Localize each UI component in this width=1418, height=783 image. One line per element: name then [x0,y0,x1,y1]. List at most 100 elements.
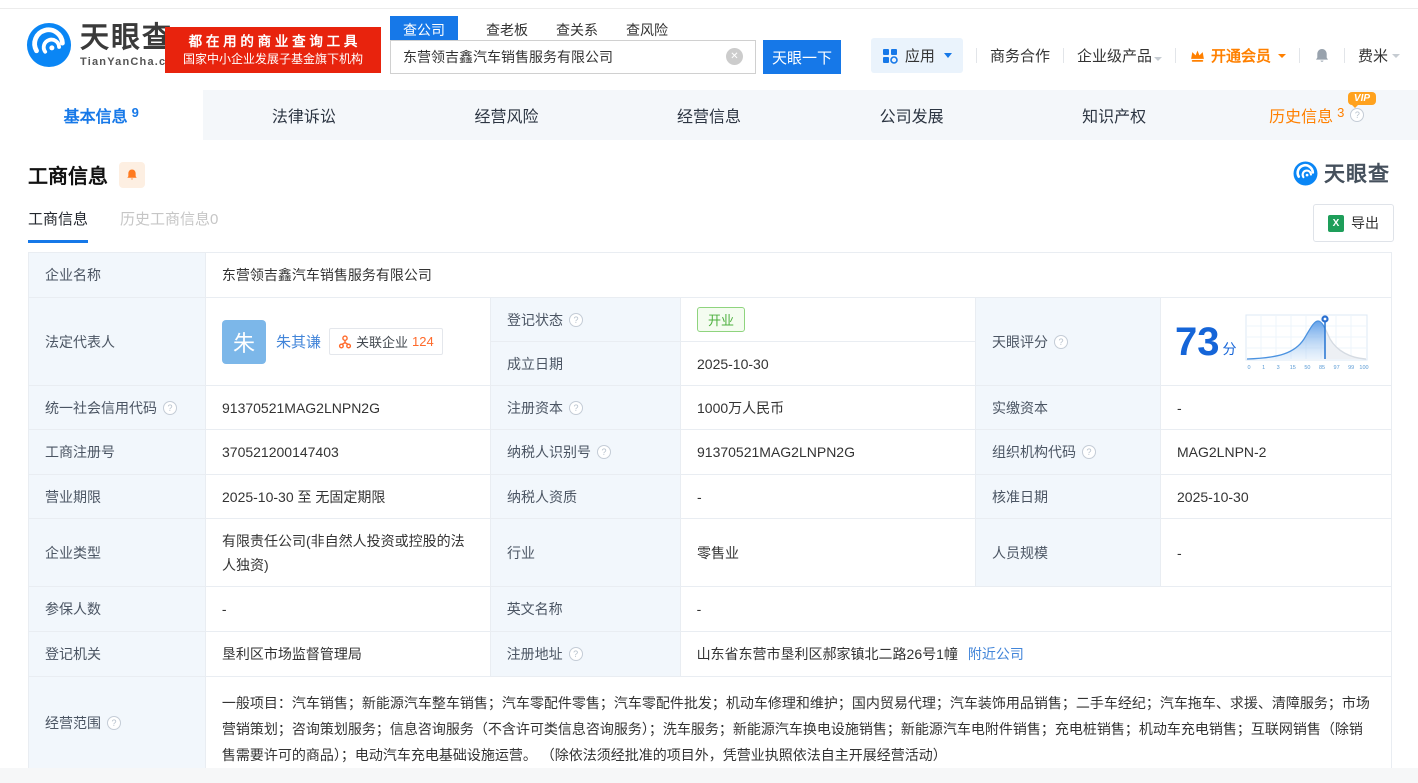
chevron-down-icon [1278,54,1286,58]
help-icon[interactable] [597,445,611,459]
divider [1175,48,1176,63]
business-scope-label: 经营范围 [29,677,206,769]
status-badge: 开业 [697,307,745,332]
cooperation-link[interactable]: 商务合作 [990,45,1050,66]
company-section-tabs: 基本信息9 法律诉讼 经营风险 经营信息 公司发展 知识产权 VIP 历史信息 … [0,90,1418,140]
divider [1344,48,1345,63]
reg-authority-label: 登记机关 [29,632,206,677]
tab-history-info[interactable]: VIP 历史信息 3 [1215,90,1418,140]
slogan-line2: 国家中小企业发展子基金旗下机构 [167,51,379,68]
search-tab-risk[interactable]: 查风险 [626,20,668,40]
tianyancha-logo[interactable]: 天眼查 TianYanCha.com [26,22,185,68]
help-icon[interactable] [163,401,177,415]
nearby-companies-link[interactable]: 附近公司 [968,644,1024,664]
english-name-value: - [681,587,1392,632]
help-icon[interactable] [569,401,583,415]
apps-label: 应用 [905,45,935,66]
org-network-icon [338,335,352,349]
divider [1299,48,1300,63]
apps-grid-icon [882,48,898,64]
chevron-down-icon [944,53,952,58]
help-icon[interactable] [1082,445,1096,459]
score-number: 73 [1175,322,1220,362]
insured-count-value: - [206,587,491,632]
svg-text:50: 50 [1304,365,1310,371]
tab-basic-info[interactable]: 基本信息9 [0,90,203,140]
help-icon[interactable] [569,647,583,661]
row-company-name: 企业名称 东营领吉鑫汽车销售服务有限公司 [29,253,1392,298]
row-insured-count: 参保人数 - 英文名称 - [29,587,1392,632]
watermark-logo: 天眼查 [1293,158,1390,188]
search-tab-boss[interactable]: 查老板 [486,20,528,40]
svg-text:15: 15 [1289,365,1295,371]
notifications-bell-icon[interactable] [1313,47,1331,65]
paid-capital-value: - [1161,386,1392,430]
related-companies-badge[interactable]: 关联企业 124 [329,328,443,355]
page-bottom-strip [0,768,1418,783]
subtab-business-info[interactable]: 工商信息 [28,208,88,243]
legal-rep-value: 朱 朱其谦 关联企业 124 [206,298,491,386]
tab-operation-risk[interactable]: 经营风险 [405,90,608,140]
row-business-scope: 经营范围 一般项目：汽车销售；新能源汽车整车销售；汽车零配件零售；汽车零配件批发… [29,677,1392,769]
watermark-text: 天眼查 [1324,158,1390,188]
search-button[interactable]: 天眼一下 [763,40,841,74]
export-button[interactable]: 导出 [1313,204,1394,242]
reg-status-value: 开业 [681,298,976,342]
legal-rep-avatar[interactable]: 朱 [222,320,266,364]
tab-intellectual-property[interactable]: 知识产权 [1013,90,1216,140]
subtab-history-business-info[interactable]: 历史工商信息0 [120,208,218,243]
reg-number-label: 工商注册号 [29,430,206,475]
enterprise-products-menu[interactable]: 企业级产品 [1077,45,1162,66]
search-clear-icon[interactable] [726,48,743,65]
score-label: 天眼评分 [976,298,1161,386]
score-unit: 分 [1223,339,1237,359]
svg-text:100: 100 [1359,365,1368,371]
english-name-label: 英文名称 [491,587,681,632]
search-tab-relation[interactable]: 查关系 [556,20,598,40]
svg-text:99: 99 [1348,365,1354,371]
help-icon[interactable] [1054,335,1068,349]
user-menu[interactable]: 费米 [1358,45,1400,66]
industry-value: 零售业 [681,519,976,587]
tab-legal-litigation[interactable]: 法律诉讼 [203,90,406,140]
score-axis-labels: 0 1 3 15 50 85 97 99 100 [1247,365,1368,371]
business-term-value: 2025-10-30 至 无固定期限 [206,475,491,519]
business-info-table: 企业名称 东营领吉鑫汽车销售服务有限公司 法定代表人 朱 朱其谦 关联企业 12… [28,252,1392,769]
taxpayer-quality-label: 纳税人资质 [491,475,681,519]
company-name-value: 东营领吉鑫汽车销售服务有限公司 [206,253,1392,298]
help-icon[interactable] [1350,108,1364,122]
apps-menu[interactable]: 应用 [871,38,963,73]
divider [976,48,977,63]
bell-icon [125,168,139,182]
tab-count: 3 [1337,105,1344,120]
taxpayer-id-value: 91370521MAG2LNPN2G [681,430,976,475]
svg-text:85: 85 [1318,365,1324,371]
approval-date-label: 核准日期 [976,475,1161,519]
insured-count-label: 参保人数 [29,587,206,632]
open-vip-menu[interactable]: 开通会员 [1189,45,1286,66]
tab-company-development[interactable]: 公司发展 [810,90,1013,140]
establish-date-label: 成立日期 [491,342,681,386]
reg-address-label: 注册地址 [491,632,681,677]
staff-size-label: 人员规模 [976,519,1161,587]
taxpayer-id-label: 纳税人识别号 [491,430,681,475]
search-input[interactable] [390,40,756,74]
reg-status-label: 登记状态 [491,298,681,342]
row-reg-number: 工商注册号 370521200147403 纳税人识别号 91370521MAG… [29,430,1392,475]
score-distribution-chart: 0 1 3 15 50 85 97 99 100 [1245,314,1369,372]
taxpayer-quality-value: - [681,475,976,519]
score-value: 73 分 [1161,298,1392,386]
slogan-line1: 都 在 用 的 商 业 查 询 工 具 [167,32,379,51]
row-legal-representative: 法定代表人 朱 朱其谦 关联企业 124 登记状态 [29,298,1392,386]
credit-code-value: 91370521MAG2LNPN2G [206,386,491,430]
reg-capital-label: 注册资本 [491,386,681,430]
vip-badge: VIP [1348,92,1376,105]
establish-date-value: 2025-10-30 [681,342,976,386]
staff-size-value: - [1161,519,1392,587]
legal-rep-name-link[interactable]: 朱其谦 [276,331,321,352]
help-icon[interactable] [107,716,121,730]
industry-label: 行业 [491,519,681,587]
monitor-bell-button[interactable] [119,162,145,188]
help-icon[interactable] [569,313,583,327]
tab-operation-info[interactable]: 经营信息 [608,90,811,140]
